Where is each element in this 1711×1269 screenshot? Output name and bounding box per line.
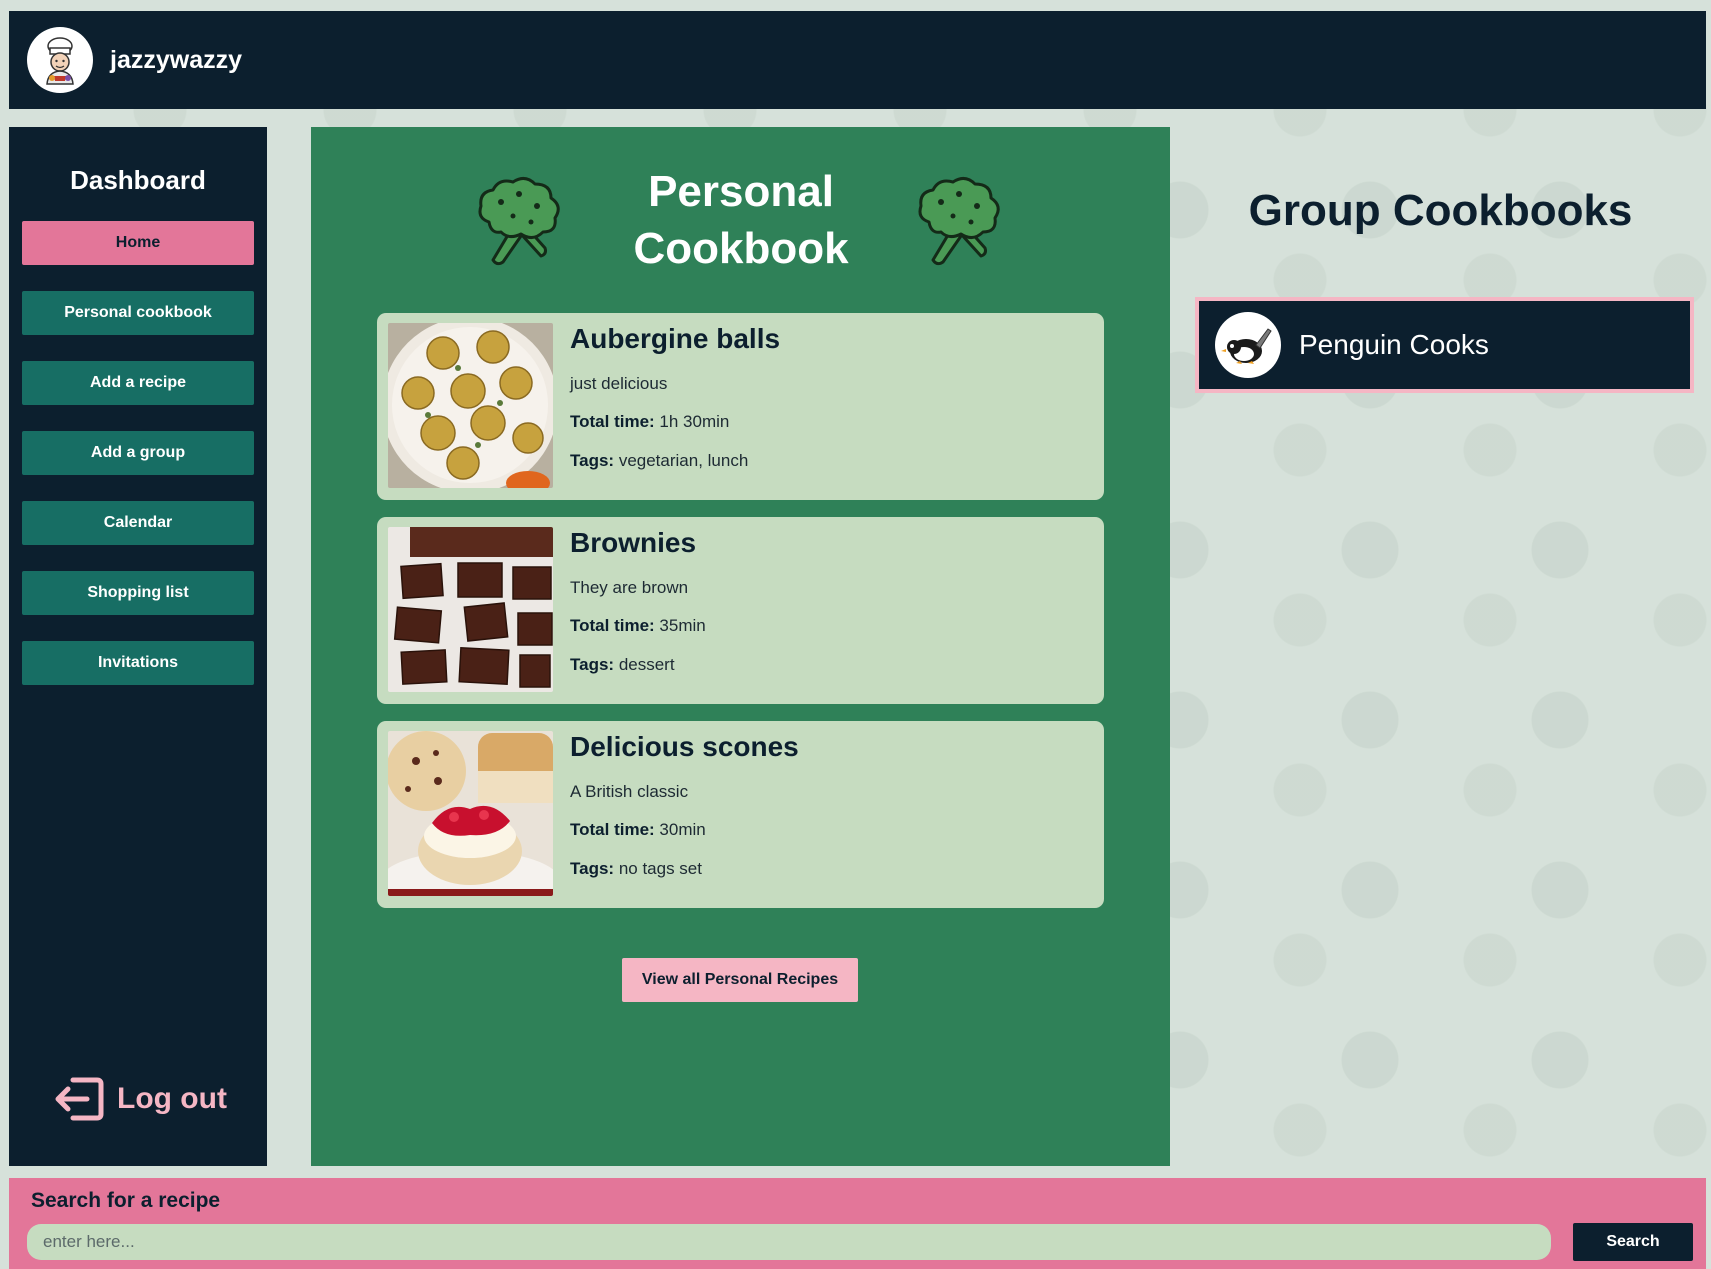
recipe-card[interactable]: Brownies They are brown Total time: 35mi… (377, 517, 1104, 704)
search-label: Search for a recipe (31, 1189, 221, 1212)
recipe-name: Brownies (570, 527, 697, 558)
page-title-line2: Cookbook (633, 224, 849, 273)
group-item-penguin-cooks[interactable]: Penguin Cooks (1195, 297, 1694, 393)
group-cookbooks-title: Group Cookbooks (1248, 186, 1633, 235)
total-time-label: Total time: (570, 412, 655, 431)
username: jazzywazzy (110, 45, 243, 74)
recipe-tags: Tags: no tags set (570, 859, 702, 879)
sidebar-item-shopping-list[interactable]: Shopping list (22, 571, 254, 615)
recipe-image (388, 731, 553, 896)
total-time-label: Total time: (570, 820, 655, 839)
recipe-image (388, 527, 553, 692)
sidebar-item-invitations[interactable]: Invitations (22, 641, 254, 685)
recipe-description: just delicious (570, 374, 668, 393)
recipe-image (388, 323, 553, 488)
page-title: Personal Cookbook (576, 163, 906, 277)
tags-value: no tags set (618, 859, 702, 878)
sidebar-item-add-group[interactable]: Add a group (22, 431, 254, 475)
recipe-total-time: Total time: 35min (570, 616, 706, 636)
total-time-value: 35min (659, 616, 706, 635)
logout-button[interactable]: Log out (53, 1074, 227, 1124)
recipe-card[interactable]: Delicious scones A British classic Total… (377, 721, 1104, 908)
recipe-name: Delicious scones (570, 731, 799, 762)
logout-label: Log out (117, 1082, 227, 1115)
sidebar-nav: Home Personal cookbook Add a recipe Add … (9, 221, 267, 685)
sidebar: Dashboard Home Personal cookbook Add a r… (9, 127, 267, 1166)
sidebar-item-personal-cookbook[interactable]: Personal cookbook (22, 291, 254, 335)
top-bar: jazzywazzy (9, 11, 1706, 109)
recipe-total-time: Total time: 1h 30min (570, 412, 729, 432)
recipe-tags: Tags: vegetarian, lunch (570, 451, 748, 471)
personal-cookbook-panel: Personal Cookbook Aubergine balls just d… (311, 127, 1170, 1166)
total-time-value: 1h 30min (659, 412, 730, 431)
recipe-name: Aubergine balls (570, 323, 781, 354)
view-all-recipes-button[interactable]: View all Personal Recipes (622, 958, 858, 1002)
sidebar-item-home[interactable]: Home (22, 221, 254, 265)
page-title-line1: Personal (648, 167, 834, 216)
total-time-value: 30min (659, 820, 706, 839)
recipe-description: They are brown (570, 578, 689, 597)
sidebar-title: Dashboard (70, 165, 206, 195)
sidebar-item-add-recipe[interactable]: Add a recipe (22, 361, 254, 405)
search-input[interactable] (27, 1224, 1551, 1260)
recipe-tags: Tags: dessert (570, 655, 675, 675)
total-time-label: Total time: (570, 616, 655, 635)
recipe-description: A British classic (570, 782, 689, 801)
group-name: Penguin Cooks (1299, 329, 1489, 360)
chef-avatar-icon (46, 37, 74, 85)
search-bar: Search for a recipe Search (9, 1178, 1706, 1269)
tags-label: Tags: (570, 451, 615, 470)
tags-label: Tags: (570, 859, 615, 878)
sidebar-item-calendar[interactable]: Calendar (22, 501, 254, 545)
group-avatar (1215, 312, 1281, 378)
tags-value: dessert (618, 655, 675, 674)
recipe-card[interactable]: Aubergine balls just delicious Total tim… (377, 313, 1104, 500)
user-avatar[interactable] (27, 27, 93, 93)
broccoli-icon (478, 177, 560, 266)
broccoli-icon (918, 177, 1000, 266)
tags-label: Tags: (570, 655, 615, 674)
penguin-avatar-icon (1221, 328, 1272, 364)
tags-value: vegetarian, lunch (618, 451, 749, 470)
search-button[interactable]: Search (1573, 1223, 1693, 1261)
logout-icon (55, 1077, 104, 1121)
recipe-total-time: Total time: 30min (570, 820, 706, 840)
